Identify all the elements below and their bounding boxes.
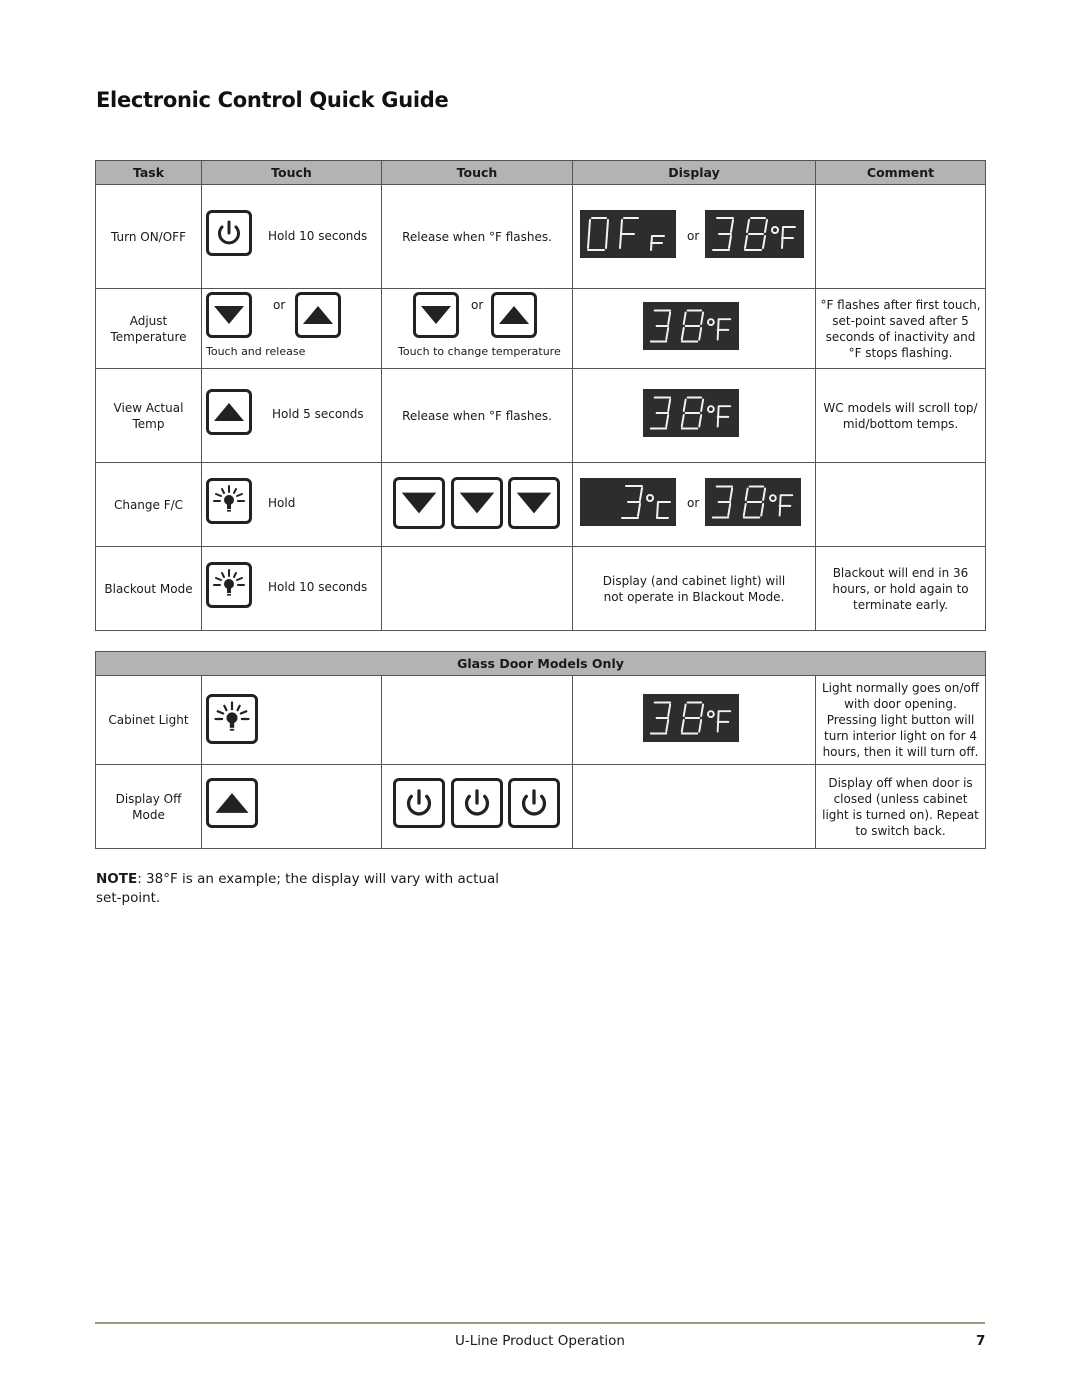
- down-arrow-icon: [393, 477, 445, 529]
- note-label: NOTE: [96, 871, 138, 887]
- touch-cell: Hold 10 seconds: [201, 184, 382, 289]
- or-label: or: [687, 229, 700, 243]
- note-paragraph: NOTE: 38°F is an example; the display wi…: [96, 870, 526, 908]
- up-arrow-icon: [206, 778, 258, 828]
- display-cell: or: [572, 462, 816, 547]
- power-icon: [508, 778, 560, 828]
- lcd-display-38f: [705, 210, 804, 258]
- up-arrow-icon: [206, 389, 252, 435]
- touch-instruction: Hold 10 seconds: [268, 580, 368, 594]
- touch-cell: [381, 546, 573, 631]
- table-row: Turn ON/OFF Hold 10 seconds Release when…: [95, 184, 986, 289]
- table-header-row: Task Touch Touch Display Comment: [95, 160, 986, 185]
- touch-instruction: Hold: [268, 496, 296, 510]
- lcd-display-3c: [580, 478, 676, 526]
- note-text: : 38°F is an example; the display will v…: [96, 871, 500, 906]
- footer-rule: [95, 1322, 985, 1324]
- display-cell: or: [572, 184, 816, 289]
- task-cell: Cabinet Light: [95, 675, 202, 765]
- touch-cell: Hold 10 seconds: [201, 546, 382, 631]
- lcd-display-off: [580, 210, 676, 258]
- comment-cell: Display off when door is closed (unless …: [815, 764, 986, 849]
- power-icon: [451, 778, 503, 828]
- header-display: Display: [572, 160, 816, 185]
- table-row: Adjust Temperature or Touch and release …: [95, 288, 986, 369]
- comment-cell: WC models will scroll top/ mid/bottom te…: [815, 368, 986, 463]
- comment-cell: Blackout will end in 36 hours, or hold a…: [815, 546, 986, 631]
- header-task: Task: [95, 160, 202, 185]
- or-label: or: [471, 298, 484, 312]
- display-cell: [572, 288, 816, 369]
- page-title: Electronic Control Quick Guide: [96, 88, 449, 112]
- table-row: Cabinet Light Light normally goes on/off…: [95, 675, 986, 765]
- table-row: Display Off Mode Display off when door i…: [95, 764, 986, 849]
- touch-cell: Hold: [201, 462, 382, 547]
- down-arrow-icon: [451, 477, 503, 529]
- touch-instruction: Hold 10 seconds: [268, 229, 368, 243]
- touch-cell: Hold 5 seconds: [201, 368, 382, 463]
- touch-instruction: Hold 5 seconds: [272, 407, 364, 421]
- light-icon: [206, 694, 258, 744]
- touch-cell: [381, 462, 573, 547]
- task-cell: View Actual Temp: [95, 368, 202, 463]
- up-arrow-icon: [295, 292, 341, 338]
- task-cell: Display Off Mode: [95, 764, 202, 849]
- section-header-row: Glass Door Models Only: [95, 651, 986, 676]
- display-cell: [572, 368, 816, 463]
- power-icon: [393, 778, 445, 828]
- display-cell: [572, 764, 816, 849]
- touch-cell: [201, 764, 382, 849]
- header-touch: Touch: [381, 160, 573, 185]
- touch-caption: Touch and release: [206, 345, 306, 358]
- display-cell: Display (and cabinet light) will not ope…: [572, 546, 816, 631]
- touch-cell: [381, 764, 573, 849]
- touch-cell: or Touch to change temperature: [381, 288, 573, 369]
- header-comment: Comment: [815, 160, 986, 185]
- comment-cell: °F flashes after first touch, set-point …: [815, 288, 986, 369]
- footer-title: U-Line Product Operation: [455, 1333, 625, 1349]
- table-row: View Actual Temp Hold 5 seconds Release …: [95, 368, 986, 463]
- touch-cell: Release when °F flashes.: [381, 184, 573, 289]
- down-arrow-icon: [413, 292, 459, 338]
- touch-cell: or Touch and release: [201, 288, 382, 369]
- comment-cell: [815, 462, 986, 547]
- page-number: 7: [976, 1333, 986, 1349]
- or-label: or: [687, 496, 700, 510]
- task-cell: Turn ON/OFF: [95, 184, 202, 289]
- power-icon: [206, 210, 252, 256]
- task-cell: Change F/C: [95, 462, 202, 547]
- up-arrow-icon: [491, 292, 537, 338]
- glass-door-table: Glass Door Models Only Cabinet Light Lig…: [95, 651, 986, 849]
- or-label: or: [273, 298, 286, 312]
- touch-caption: Touch to change temperature: [398, 345, 561, 358]
- down-arrow-icon: [206, 292, 252, 338]
- lcd-display-38f: [705, 478, 801, 526]
- down-arrow-icon: [508, 477, 560, 529]
- lcd-display-38f: [643, 302, 739, 350]
- table-row: Change F/C Hold or: [95, 462, 986, 547]
- light-icon: [206, 478, 252, 524]
- touch-cell: [381, 675, 573, 765]
- touch-cell: Release when °F flashes.: [381, 368, 573, 463]
- table-row: Blackout Mode Hold 10 seconds Display (a…: [95, 546, 986, 631]
- lcd-display-38f: [643, 694, 739, 742]
- quick-guide-table: Task Touch Touch Display Comment Turn ON…: [95, 160, 986, 631]
- task-cell: Adjust Temperature: [95, 288, 202, 369]
- comment-cell: Light normally goes on/off with door ope…: [815, 675, 986, 765]
- header-touch: Touch: [201, 160, 382, 185]
- light-icon: [206, 562, 252, 608]
- touch-cell: [201, 675, 382, 765]
- lcd-display-38f: [643, 389, 739, 437]
- display-cell: [572, 675, 816, 765]
- task-cell: Blackout Mode: [95, 546, 202, 631]
- section-title: Glass Door Models Only: [95, 651, 986, 676]
- comment-cell: [815, 184, 986, 289]
